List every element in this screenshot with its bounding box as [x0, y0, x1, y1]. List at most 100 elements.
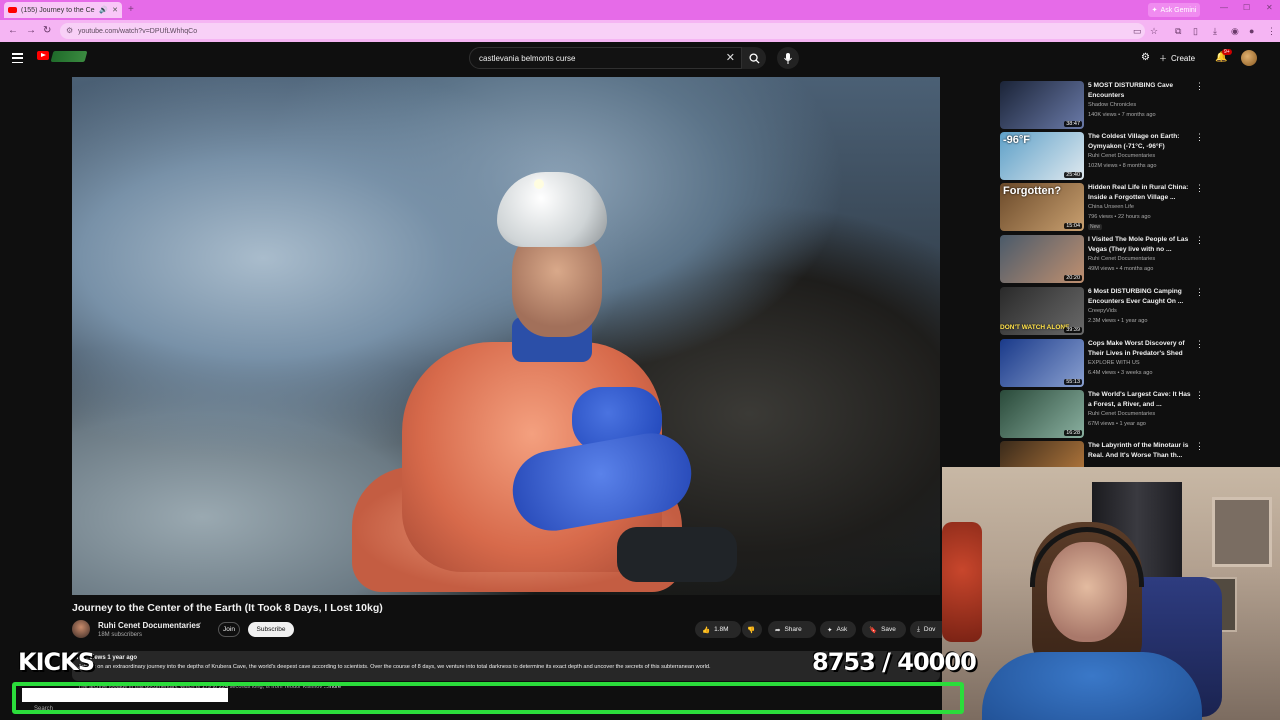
save-button[interactable]: 🔖 Save: [862, 621, 906, 638]
cast-icon[interactable]: ▭: [1133, 26, 1142, 37]
more-actions-icon[interactable]: ⋮: [1195, 132, 1204, 143]
download-button[interactable]: ⤓ Dov: [910, 621, 942, 638]
recommended-meta: 140K views • 7 months ago: [1088, 112, 1156, 118]
more-actions-icon[interactable]: ⋮: [1195, 81, 1204, 92]
extensions-icon[interactable]: ⧉: [1175, 26, 1181, 37]
description-text: Join us on an extraordinary journey into…: [78, 664, 711, 670]
close-tab-icon[interactable]: ✕: [112, 6, 118, 14]
recommended-video[interactable]: Forgotten? 15:04 Hidden Real Life in Rural…: [1000, 183, 1206, 231]
recommended-channel: Ruhi Cenet Documentaries: [1088, 153, 1156, 159]
more-actions-icon[interactable]: ⋮: [1195, 235, 1204, 246]
save-label: Save: [881, 626, 896, 633]
search-icon: [748, 52, 760, 64]
thumbnail-text: Forgotten?: [1003, 185, 1062, 197]
speaker-icon[interactable]: 🔊: [99, 6, 108, 14]
recommended-video[interactable]: 16:28 The World's Largest Cave: It Has a …: [1000, 390, 1206, 438]
clear-search-icon[interactable]: ✕: [726, 51, 735, 64]
recommended-meta: 67M views • 1 year ago: [1088, 421, 1146, 427]
join-button[interactable]: Join: [218, 622, 240, 637]
video-duration: 20:20: [1064, 275, 1082, 281]
browser-tab[interactable]: (155) Journey to the Center 🔊 ✕: [4, 2, 122, 18]
video-thumbnail[interactable]: 55:13: [1000, 339, 1084, 387]
studio-gear-icon[interactable]: ⚙: [1141, 52, 1150, 63]
back-icon[interactable]: ←: [8, 25, 18, 36]
share-button[interactable]: ➦ Share: [768, 621, 816, 638]
youtube-logo-icon[interactable]: [37, 51, 49, 60]
channel-name[interactable]: Ruhi Cenet Documentaries: [98, 621, 200, 630]
more-actions-icon[interactable]: ⋮: [1195, 183, 1204, 194]
kicks-label: KICKS: [18, 648, 95, 676]
kicks-counter: 8753 / 40000: [812, 648, 977, 676]
new-tab-button[interactable]: +: [128, 4, 134, 15]
close-window-icon[interactable]: ✕: [1266, 3, 1273, 12]
menu-kebab-icon[interactable]: ⋮: [1267, 26, 1276, 37]
like-count: 1.8M: [714, 626, 729, 633]
recommended-video[interactable]: DON'T WATCH ALONE 39:39 6 Most DISTURBING …: [1000, 287, 1206, 335]
more-actions-icon[interactable]: ⋮: [1195, 287, 1204, 298]
video-thumbnail[interactable]: Forgotten? 15:04: [1000, 183, 1084, 231]
maximize-icon[interactable]: ☐: [1243, 3, 1250, 12]
reload-icon[interactable]: ↻: [43, 25, 51, 36]
recommended-channel: China Unseen Life: [1088, 204, 1135, 210]
recommended-video[interactable]: 55:13 Cops Make Worst Discovery of Their …: [1000, 339, 1206, 387]
taskbar-search[interactable]: Search: [34, 706, 53, 712]
search-input[interactable]: castlevania belmonts curse ✕: [469, 47, 742, 69]
more-actions-icon[interactable]: ⋮: [1195, 339, 1204, 350]
bookmark-star-icon[interactable]: ☆: [1150, 26, 1158, 37]
video-duration: 15:04: [1064, 223, 1082, 229]
account-avatar[interactable]: [1241, 50, 1257, 66]
recommended-meta: 796 views • 22 hours ago: [1088, 214, 1151, 220]
video-thumbnail[interactable]: 38:47: [1000, 81, 1084, 129]
video-duration: 39:39: [1064, 327, 1082, 333]
voice-search-button[interactable]: [777, 47, 799, 69]
video-thumbnail[interactable]: DON'T WATCH ALONE 39:39: [1000, 287, 1084, 335]
subscribe-button[interactable]: Subscribe: [248, 622, 294, 637]
more-actions-icon[interactable]: ⋮: [1195, 390, 1204, 401]
recommended-video[interactable]: -96°F 25:40 The Coldest Village on Earth: …: [1000, 132, 1206, 180]
recommended-title: I Visited The Mole People of Las Vegas (…: [1088, 236, 1189, 253]
recommended-channel: CreepyVids: [1088, 308, 1117, 314]
custom-logo[interactable]: [50, 51, 88, 62]
plus-icon: ＋: [1159, 53, 1167, 63]
recommended-channel: Ruhi Cenet Documentaries: [1088, 411, 1156, 417]
url-field[interactable]: ⚙ youtube.com/watch?v=DPUfLWhhqCo: [60, 23, 1145, 39]
search-input-value: castlevania belmonts curse: [479, 53, 576, 63]
search-button[interactable]: [742, 47, 766, 69]
profile-icon[interactable]: ◉: [1231, 26, 1239, 37]
ask-button[interactable]: ✦ Ask: [820, 621, 856, 638]
video-thumbnail[interactable]: 20:20: [1000, 235, 1084, 283]
thumbs-up-icon: 👍: [702, 626, 711, 634]
recommended-meta: 102M views • 8 months ago: [1088, 163, 1157, 169]
sidebar-icon[interactable]: ▯: [1193, 26, 1198, 37]
recommended-video[interactable]: 20:20 I Visited The Mole People of Las Ve…: [1000, 235, 1206, 283]
taskbar: Search: [0, 702, 230, 720]
profile-avatar-icon[interactable]: ●: [1249, 26, 1254, 36]
create-button[interactable]: ＋ Create: [1159, 50, 1203, 66]
more-actions-icon[interactable]: ⋮: [1195, 441, 1204, 452]
subscriber-count: 18M subscribers: [98, 632, 143, 638]
video-scene-lamp: [534, 179, 544, 189]
create-label: Create: [1171, 53, 1196, 63]
recommended-video[interactable]: 38:47 5 MOST DISTURBING Cave Encounters Sh…: [1000, 81, 1206, 129]
downloads-icon[interactable]: ⤓: [1213, 26, 1217, 37]
ask-label: Ask: [836, 626, 848, 633]
recommended-title: 5 MOST DISTURBING Cave Encounters: [1088, 82, 1174, 99]
address-bar-row: ← → ↻ ⚙ youtube.com/watch?v=DPUfLWhhqCo …: [0, 20, 1280, 42]
recommended-meta: 49M views • 4 months ago: [1088, 266, 1154, 272]
hamburger-menu-icon[interactable]: [12, 53, 23, 63]
video-thumbnail[interactable]: -96°F 25:40: [1000, 132, 1084, 180]
youtube-favicon-icon: [8, 7, 17, 13]
site-info-icon[interactable]: ⚙: [66, 26, 73, 35]
webcam-scene-shirt: [982, 652, 1202, 720]
channel-avatar[interactable]: [72, 620, 90, 638]
video-thumbnail[interactable]: 16:28: [1000, 390, 1084, 438]
ask-gemini-label: Ask Gemini: [1160, 6, 1197, 14]
dislike-button[interactable]: 👎: [742, 621, 762, 638]
like-button[interactable]: 👍 1.8M: [695, 621, 741, 638]
minimize-icon[interactable]: —: [1220, 3, 1228, 12]
video-player[interactable]: [72, 77, 940, 595]
download-icon: ⤓: [917, 625, 920, 633]
video-title: Journey to the Center of the Earth (It T…: [72, 602, 383, 614]
ask-gemini-button[interactable]: ✦ Ask Gemini: [1148, 3, 1200, 17]
forward-icon[interactable]: →: [26, 25, 36, 36]
